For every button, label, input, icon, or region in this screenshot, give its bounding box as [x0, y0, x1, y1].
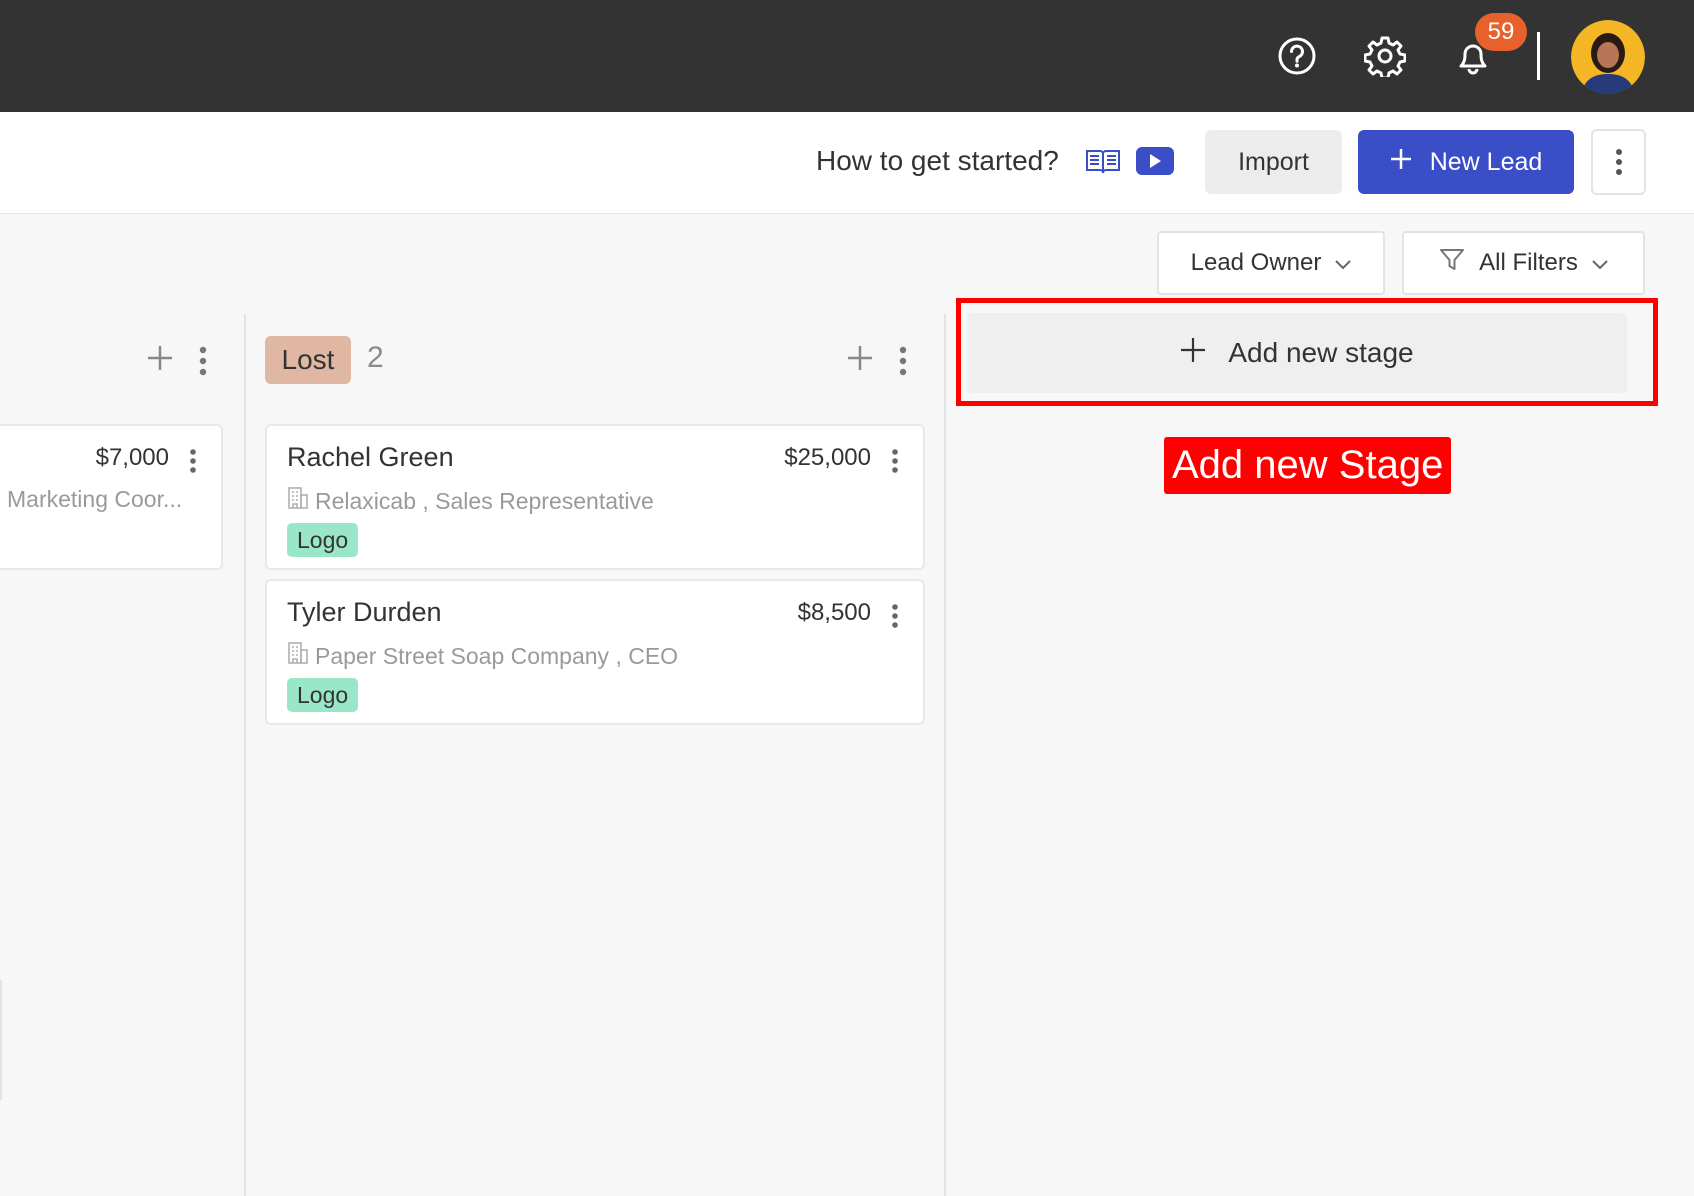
column-divider [944, 314, 946, 1196]
how-to-get-started-link[interactable]: How to get started? [816, 145, 1059, 177]
lead-name[interactable]: Rachel Green [287, 442, 454, 473]
column-divider [244, 314, 246, 1196]
lead-company: Relaxicab , Sales Representative [315, 487, 654, 514]
stage-name-badge: Lost [265, 336, 351, 384]
lead-card[interactable]: Rachel Green $25,000 Relaxicab , Sales R… [265, 424, 925, 570]
lead-amount: $25,000 [784, 444, 871, 471]
lead-amount: $7,000 [95, 444, 169, 471]
add-lead-to-stage-icon[interactable] [847, 345, 873, 376]
notification-badge[interactable]: 59 [1475, 13, 1527, 51]
lead-company-row: Relaxicab , Sales Representative [287, 486, 654, 516]
lead-company-row: Paper Street Soap Company , CEO [287, 641, 678, 671]
help-icon[interactable] [1269, 28, 1325, 84]
card-menu-icon[interactable] [891, 448, 899, 479]
all-filters-label: All Filters [1479, 249, 1578, 276]
lead-amount: $8,500 [797, 599, 871, 626]
annotation-label: Add new Stage [1164, 437, 1452, 494]
all-filters-dropdown[interactable]: All Filters [1402, 231, 1645, 295]
gear-icon[interactable] [1357, 28, 1413, 84]
lead-owner-dropdown[interactable]: Lead Owner [1157, 231, 1385, 295]
lead-card[interactable]: Tyler Durden $8,500 Paper Street Soap Co… [265, 579, 925, 725]
lead-tag[interactable]: Logo [287, 523, 359, 557]
plus-icon [1390, 148, 1412, 177]
user-avatar[interactable] [1571, 20, 1645, 94]
stage-menu-icon[interactable] [899, 346, 907, 381]
card-menu-icon[interactable] [189, 448, 197, 479]
add-lead-to-stage-icon[interactable] [147, 345, 173, 376]
lead-card[interactable]: $7,000 Marketing Coor... [0, 424, 223, 570]
column-divider [0, 980, 2, 1100]
topbar-divider [1537, 32, 1540, 80]
add-new-stage-label: Add new stage [1228, 337, 1414, 368]
lead-company: Paper Street Soap Company , CEO [315, 642, 679, 669]
chevron-down-icon [1335, 249, 1352, 277]
top-navigation-bar: 59 [0, 0, 1694, 112]
kebab-icon [1615, 149, 1622, 175]
book-icon[interactable] [1085, 147, 1121, 180]
lead-tag[interactable]: Logo [287, 678, 359, 712]
import-button[interactable]: Import [1205, 130, 1342, 194]
add-new-stage-button[interactable]: Add new stage [967, 313, 1627, 393]
lead-name[interactable]: Tyler Durden [287, 597, 442, 628]
stage-lead-count: 2 [367, 341, 384, 374]
plus-icon [1180, 337, 1206, 370]
lead-owner-label: Lead Owner [1190, 249, 1322, 276]
more-options-button[interactable] [1591, 129, 1646, 195]
card-menu-icon[interactable] [891, 603, 899, 634]
new-lead-label: New Lead [1429, 147, 1543, 176]
building-icon [287, 641, 309, 671]
stage-menu-icon[interactable] [199, 346, 207, 381]
chevron-down-icon [1592, 249, 1608, 277]
lead-company: Marketing Coor... [7, 486, 183, 512]
video-play-icon[interactable] [1136, 147, 1174, 175]
new-lead-button[interactable]: New Lead [1358, 130, 1574, 194]
building-icon [287, 486, 309, 516]
funnel-icon [1439, 248, 1465, 279]
